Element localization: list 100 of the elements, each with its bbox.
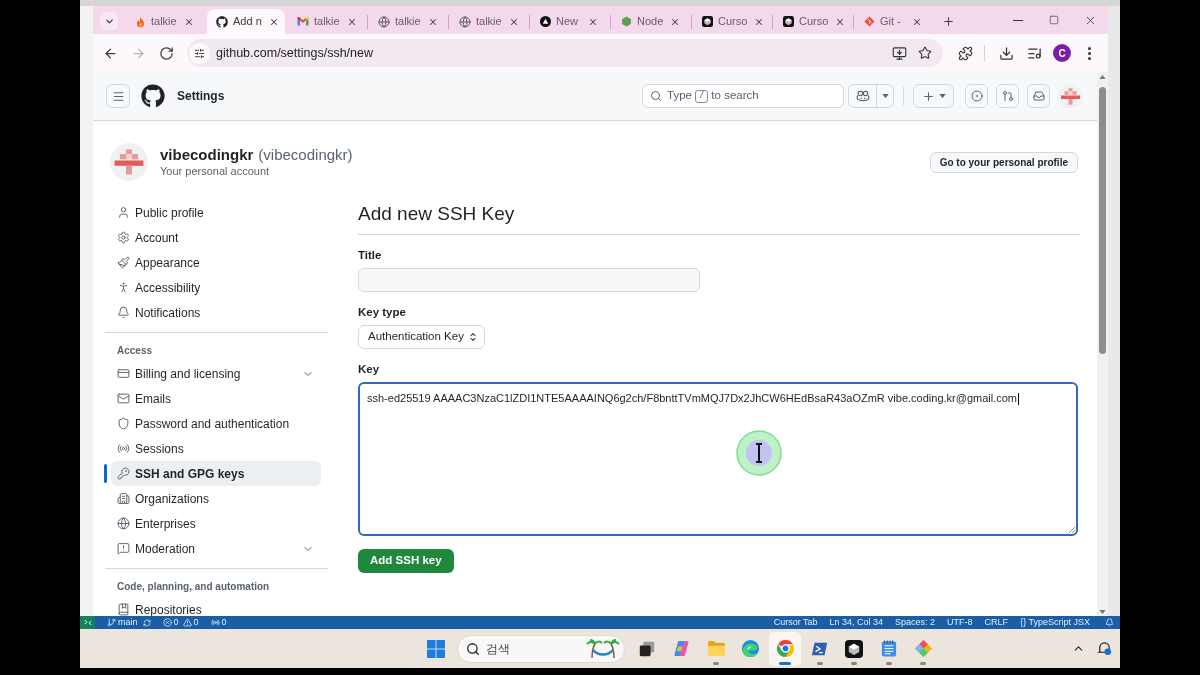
sidebar-item[interactable]: Enterprises <box>111 511 321 536</box>
sidebar-item[interactable]: Organizations <box>111 486 321 511</box>
browser-tab[interactable]: talkie <box>288 9 366 34</box>
scroll-down-arrow-icon <box>1099 610 1106 614</box>
plus-icon <box>921 89 935 103</box>
user-avatar-button[interactable] <box>1058 83 1083 109</box>
bookmark-button[interactable] <box>916 44 934 62</box>
tab-list-button[interactable] <box>100 12 118 30</box>
pull-request-icon <box>1001 90 1014 102</box>
add-ssh-key-button[interactable]: Add SSH key <box>358 549 454 573</box>
gmail-logo-icon <box>297 17 309 26</box>
sidebar-item[interactable]: Appearance <box>111 250 321 275</box>
ports-button[interactable]: 0 <box>210 617 227 628</box>
bell-icon <box>117 306 130 319</box>
reload-icon <box>158 45 174 61</box>
search-field[interactable]: Type / to search <box>642 84 844 108</box>
github-logo-icon <box>216 15 228 28</box>
search-icon <box>466 641 480 656</box>
up-down-arrows-icon <box>467 332 478 342</box>
profile-avatar-button[interactable]: C <box>1053 44 1071 62</box>
status-item[interactable]: CRLF <box>984 617 1009 628</box>
identicon-avatar <box>1058 83 1083 109</box>
browser-tab[interactable]: New <box>531 9 609 34</box>
pull-requests-button[interactable] <box>996 84 1019 108</box>
issues-button[interactable] <box>965 84 988 108</box>
plus-icon <box>941 14 955 28</box>
problems-button[interactable]: 0 0 <box>162 617 199 628</box>
title-input[interactable] <box>358 268 700 292</box>
browser-tab[interactable]: Add n <box>207 9 285 34</box>
browser-tab[interactable]: Node <box>612 9 690 34</box>
caret-down-icon <box>938 94 946 98</box>
inbox-button[interactable] <box>1027 84 1050 108</box>
site-info-button[interactable] <box>189 42 210 64</box>
status-item[interactable]: {} TypeScript JSX <box>1020 617 1090 628</box>
browser-tab[interactable]: Curso <box>693 9 771 34</box>
close-icon <box>427 16 438 27</box>
status-item[interactable]: Cursor Tab <box>773 617 818 628</box>
browser-tab[interactable]: talkie <box>369 9 447 34</box>
search-placeholder: Type <box>667 88 692 104</box>
colorful-logo-icon <box>672 639 691 658</box>
circle-dot-icon <box>970 90 983 102</box>
notification-bell-icon <box>1096 641 1112 656</box>
status-item[interactable]: UTF-8 <box>947 617 973 628</box>
goggles-icon <box>855 90 870 102</box>
key-icon <box>117 467 130 480</box>
colorful-diamond-icon <box>913 639 933 658</box>
account-login: (vibecodingkr) <box>258 146 353 164</box>
sidebar-item[interactable]: Public profile <box>111 200 321 225</box>
profile-link-button[interactable]: Go to your personal profile <box>929 151 1078 173</box>
broadcast-icon <box>117 442 130 455</box>
sidebar-item[interactable]: Moderation <box>111 536 321 561</box>
accessibility-figure-icon <box>117 281 130 294</box>
running-indicator-icon <box>885 661 892 665</box>
windows-logo-icon <box>427 639 445 658</box>
running-indicator-icon <box>713 661 719 665</box>
kebab-menu-icon <box>1087 46 1091 60</box>
remote-button[interactable] <box>80 616 95 629</box>
sidebar-item[interactable]: Sessions <box>111 436 321 461</box>
sidebar-item[interactable]: Notifications <box>111 300 321 325</box>
sidebar-item[interactable]: Password and authentication <box>111 411 321 436</box>
error-icon <box>162 618 172 627</box>
menu-button[interactable] <box>106 84 130 108</box>
browser-tab[interactable]: Curso <box>774 9 852 34</box>
create-new-button[interactable] <box>913 84 954 108</box>
beach-hammock-icon <box>586 638 620 659</box>
sidebar-item[interactable]: Repositories <box>111 597 321 616</box>
status-item[interactable]: Ln 34, Col 34 <box>829 617 884 628</box>
sidebar-item[interactable]: Billing and licensing <box>111 361 321 386</box>
account-name: vibecodingkr <box>160 146 254 164</box>
taskbar-search-field[interactable]: 검색 <box>457 634 625 663</box>
keyboard-key: / <box>694 89 709 103</box>
branch-button[interactable]: main <box>107 617 138 628</box>
sidebar-section-heading: Code, planning, and automation <box>116 580 271 594</box>
warning-icon <box>182 618 192 627</box>
envelope-icon <box>117 392 130 405</box>
gear-icon <box>117 231 130 244</box>
key-type-select[interactable]: Authentication Key <box>358 325 485 349</box>
key-textarea[interactable]: ssh-ed25519 AAAAC3NzaC1lZDI1NTE5AAAAINQ6g2ch/F8bnttTVmMQJ7Dx2JhCW6HEdBsaR43aOZmR vibe.coding.kr@gmail.com <box>358 382 1078 536</box>
cube-icon <box>783 16 794 27</box>
sidebar-item[interactable]: Account <box>111 225 321 250</box>
address-bar[interactable]: github.com/settings/ssh/new <box>187 39 943 67</box>
sidebar-item[interactable]: Emails <box>111 386 321 411</box>
sliders-icon <box>194 47 205 59</box>
page-scrollbar[interactable] <box>1097 72 1108 616</box>
sidebar-section-heading: Access <box>116 344 154 358</box>
puzzle-icon <box>957 45 973 61</box>
browser-tab[interactable]: talkie <box>450 9 528 34</box>
resize-grip-icon <box>1069 527 1075 533</box>
scrollbar-thumb[interactable] <box>1099 87 1106 354</box>
diamond-icon <box>864 16 875 27</box>
running-indicator-icon <box>920 661 926 665</box>
paintbrush-icon <box>117 256 130 269</box>
sidebar-item[interactable]: Accessibility <box>111 275 321 300</box>
hexagon-icon <box>621 16 632 27</box>
install-app-button[interactable] <box>890 44 908 62</box>
status-item[interactable]: Spaces: 2 <box>895 617 936 628</box>
running-indicator-icon <box>851 661 857 665</box>
field-label: Title <box>358 248 383 262</box>
browser-tab[interactable]: Git - <box>855 9 933 34</box>
browser-tab[interactable]: talkie <box>126 9 204 34</box>
